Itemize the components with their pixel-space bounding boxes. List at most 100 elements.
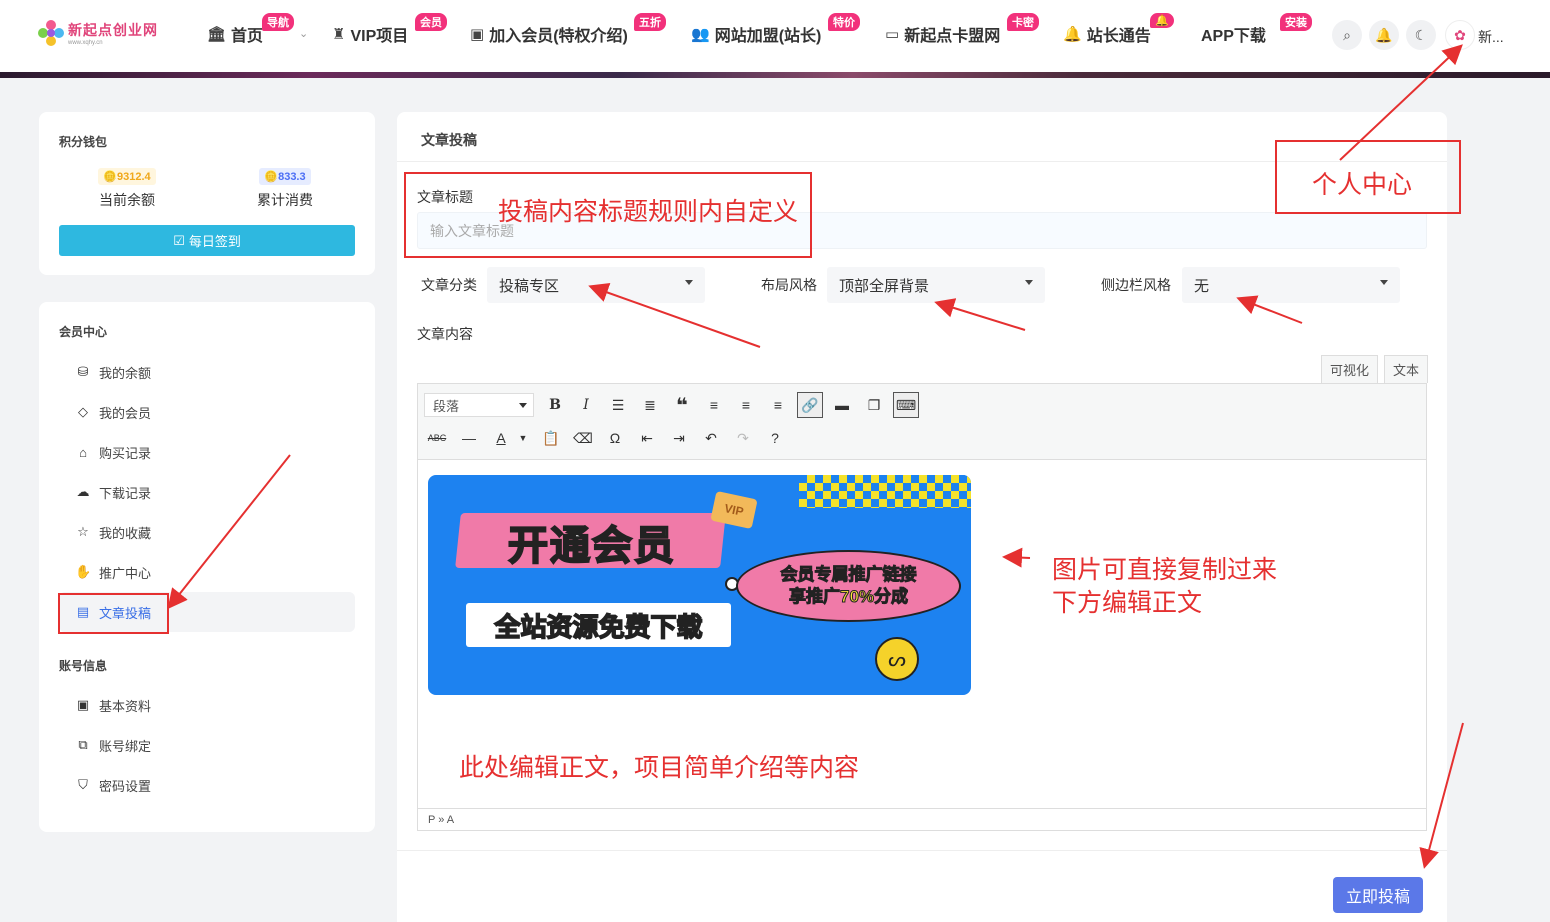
menu-label: 我的会员 <box>99 405 152 421</box>
nav-home[interactable]: 🏛 首页 <box>207 22 263 46</box>
redo-icon[interactable]: ↷ <box>730 425 756 451</box>
paste-text-icon[interactable]: 📋 <box>538 425 564 451</box>
notification-button[interactable]: 🔔 <box>1369 20 1399 50</box>
nav-announcement[interactable]: 🔔 站长通告 <box>1063 22 1151 46</box>
nav-vip[interactable]: ♜ VIP项目 <box>332 22 408 46</box>
menu-download-history[interactable]: ☁ 下载记录 <box>59 472 355 512</box>
logo-flower-icon <box>38 20 64 46</box>
top-header: 新起点创业网 www.xqhy.cn 🏛 首页 导航 ⌄ ♜ VIP项目 会员 … <box>0 0 1550 72</box>
avatar[interactable]: ✿ <box>1445 20 1475 50</box>
caret-down-icon <box>685 280 693 285</box>
promo-bar: 全站资源免费下载 <box>466 603 731 647</box>
promo-title: 开通会员 <box>507 523 676 569</box>
menu-account-binding[interactable]: ⧉ 账号绑定 <box>59 725 355 765</box>
indent-icon[interactable]: ⇥ <box>666 425 692 451</box>
strikethrough-icon[interactable]: ABC <box>424 425 450 451</box>
nav-join-member[interactable]: ▣ 加入会员(特权介绍) <box>470 22 628 46</box>
editor-mode-tabs: 可视化 文本 <box>1315 355 1429 383</box>
submit-button[interactable]: 立即投稿 <box>1333 877 1423 913</box>
nav-card-league[interactable]: ▭ 新起点卡盟网 <box>885 22 1000 46</box>
outdent-icon[interactable]: ⇤ <box>634 425 660 451</box>
calendar-check-icon: ☑ <box>173 232 185 248</box>
checker-pattern <box>799 475 971 508</box>
format-value: 段落 <box>433 398 460 414</box>
read-more-icon[interactable]: ▬ <box>829 392 855 418</box>
coins-icon: 🪙 <box>103 171 118 183</box>
align-right-icon[interactable]: ≡ <box>765 392 791 418</box>
menu-my-membership[interactable]: ◇ 我的会员 <box>59 392 355 432</box>
nav-franchise[interactable]: 👥 网站加盟(站长) <box>691 22 821 46</box>
id-card-icon: ▣ <box>76 697 90 712</box>
eraser-icon[interactable]: ⌫ <box>570 425 596 451</box>
menu-label: 密码设置 <box>99 778 152 794</box>
menu-basic-profile[interactable]: ▣ 基本资料 <box>59 685 355 725</box>
align-center-icon[interactable]: ≡ <box>733 392 759 418</box>
diamond-icon: ◇ <box>78 404 88 419</box>
wallet-card: 积分钱包 🪙9312.4 当前余额 🪙833.3 累计消费 ☑ 每日签到 <box>39 112 375 275</box>
horizontal-rule-icon[interactable]: — <box>456 425 482 451</box>
layout-label: 布局风格 <box>761 277 817 293</box>
tab-visual[interactable]: 可视化 <box>1321 355 1379 383</box>
blockquote-icon[interactable]: ❝ <box>669 392 695 418</box>
keyboard-icon[interactable]: ⌨ <box>893 392 919 418</box>
spent-stat[interactable]: 🪙833.3 累计消费 <box>235 167 335 210</box>
bell-icon: 🔔 <box>1063 26 1082 43</box>
promo-oval: 会员专属推广链接 享推广70%分成 <box>736 550 961 622</box>
italic-icon[interactable]: I <box>573 392 599 418</box>
menu-favorites[interactable]: ☆ 我的收藏 <box>59 512 355 552</box>
coins-icon: 🪙 <box>264 171 279 183</box>
bold-icon[interactable]: B <box>542 392 568 418</box>
menu-label: 推广中心 <box>99 565 152 581</box>
search-icon: ⌕ <box>1343 26 1351 43</box>
cloud-download-icon: ☁ <box>76 484 90 499</box>
menu-promotion-center[interactable]: ✋ 推广中心 <box>59 552 355 592</box>
bell-icon: 🔔 <box>1375 26 1393 43</box>
hand-coin-icon: ✋ <box>75 564 92 579</box>
chevron-down-icon[interactable]: ▼ <box>510 425 536 451</box>
format-select[interactable]: 段落 <box>424 393 534 417</box>
omega-icon[interactable]: Ω <box>602 425 628 451</box>
menu-label: 我的余额 <box>99 365 152 381</box>
user-name[interactable]: 新... <box>1478 27 1504 47</box>
menu-password-settings[interactable]: ⛉ 密码设置 <box>59 765 355 805</box>
daily-checkin-button[interactable]: ☑ 每日签到 <box>59 225 355 256</box>
balance-value: 🪙9312.4 <box>98 168 156 185</box>
nav-label: 网站加盟(站长) <box>714 28 822 45</box>
nav-label: 首页 <box>231 28 264 45</box>
coins-icon: ⛁ <box>77 364 89 379</box>
annotation-box-menu <box>58 593 169 634</box>
bullet-list-icon[interactable]: ☰ <box>605 392 631 418</box>
category-select[interactable]: 投稿专区 <box>487 267 705 303</box>
nav-badge: 会员 <box>415 13 447 31</box>
moon-icon: ☾ <box>1414 26 1428 43</box>
menu-purchase-history[interactable]: ⌂ 购买记录 <box>59 432 355 472</box>
credit-card-icon: ▭ <box>885 26 900 43</box>
menu-my-balance[interactable]: ⛁ 我的余额 <box>59 352 355 392</box>
numbered-list-icon[interactable]: ≣ <box>637 392 663 418</box>
logo-subtext: www.xqhy.cn <box>68 40 103 46</box>
undo-icon[interactable]: ↶ <box>698 425 724 451</box>
menu-label: 我的收藏 <box>99 525 152 541</box>
link-icon[interactable]: 🔗 <box>797 392 823 418</box>
nav-badge: 安装 <box>1280 13 1312 31</box>
chevron-down-icon[interactable]: ⌄ <box>299 27 308 40</box>
layout-select[interactable]: 顶部全屏背景 <box>827 267 1045 303</box>
oval-line-2: 享推广70%分成 <box>788 587 909 607</box>
dark-mode-toggle[interactable]: ☾ <box>1406 20 1436 50</box>
layout-value: 顶部全屏背景 <box>839 277 930 295</box>
sidebar-style-select[interactable]: 无 <box>1182 267 1400 303</box>
nav-label: 新起点卡盟网 <box>904 28 1001 45</box>
avatar-flower-icon: ✿ <box>1454 26 1466 43</box>
balance-stat[interactable]: 🪙9312.4 当前余额 <box>77 167 177 210</box>
tab-text[interactable]: 文本 <box>1384 355 1429 383</box>
align-left-icon[interactable]: ≡ <box>701 392 727 418</box>
annotation-image-line2: 下方编辑正文 <box>1052 589 1203 617</box>
promo-image[interactable]: 开通会员 VIP 会员专属推广链接 享推广70%分成 全站资源免费下载 ᔕ <box>428 475 971 695</box>
nav-badge: 导航 <box>262 13 294 31</box>
nav-app-download[interactable]: APP下载 <box>1196 22 1266 46</box>
menu-label: 下载记录 <box>99 485 152 501</box>
search-button[interactable]: ⌕ <box>1332 20 1362 50</box>
help-icon[interactable]: ? <box>762 425 788 451</box>
site-logo[interactable]: 新起点创业网 www.xqhy.cn <box>38 20 158 46</box>
copy-icon[interactable]: ❐ <box>861 392 887 418</box>
